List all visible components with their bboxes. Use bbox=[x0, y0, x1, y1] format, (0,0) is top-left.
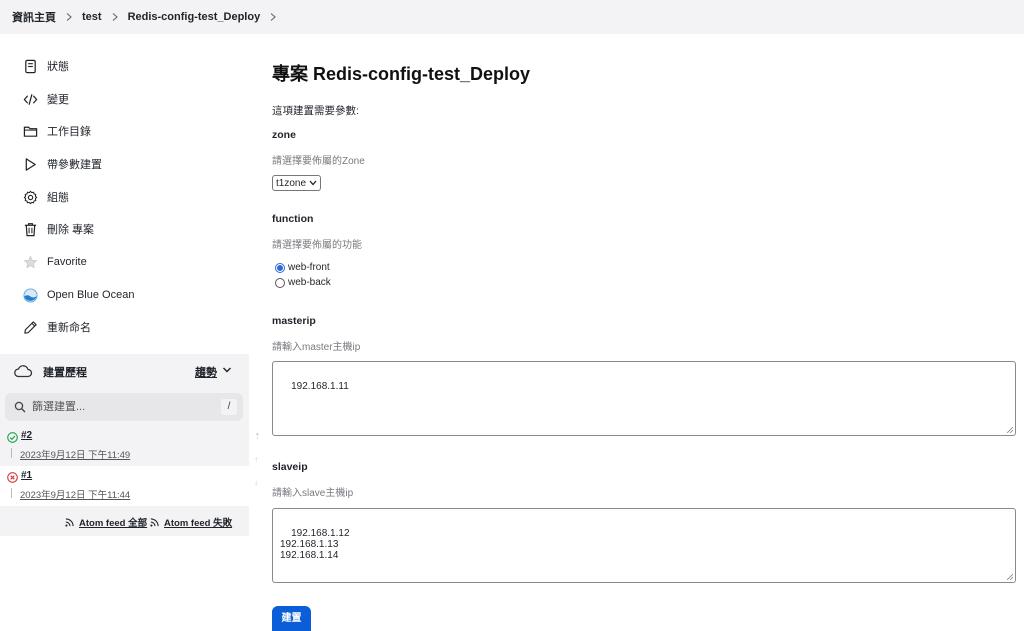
build-history-header: 建置歷程 趨勢 bbox=[0, 354, 249, 388]
resize-grip-icon[interactable] bbox=[1007, 574, 1013, 580]
star-icon bbox=[22, 254, 39, 271]
build-history-body: / #2 2023年9月12日 下午11:49 #1 2023年9月12日 下午… bbox=[0, 388, 249, 536]
atom-feed-failed-link[interactable]: Atom feed 失敗 bbox=[150, 515, 232, 529]
sidebar-item-label: 變更 bbox=[47, 94, 69, 106]
sidebar-item-favorite[interactable]: Favorite bbox=[22, 253, 87, 271]
sidebar-item-delete-project[interactable]: 刪除 專案 bbox=[22, 220, 94, 238]
rss-icon bbox=[150, 517, 159, 527]
param-masterip-description: 請輸入master主機ip bbox=[272, 342, 361, 353]
sidebar: 狀態 變更 工作目錄 帶參數建置 組態 刪除 專案 Favorite Open … bbox=[0, 34, 249, 631]
zone-select-value: t1zone bbox=[276, 177, 307, 189]
rss-icon bbox=[65, 517, 74, 527]
sidebar-item-label: 組態 bbox=[47, 192, 69, 204]
masterip-textarea[interactable]: 192.168.1.11 bbox=[272, 361, 1016, 436]
radio-web-front[interactable]: web-front bbox=[275, 262, 330, 273]
radio-label: web-front bbox=[288, 262, 330, 273]
chevron-right-icon[interactable] bbox=[269, 13, 277, 21]
radio-label: web-back bbox=[288, 277, 331, 288]
breadcrumb-item-folder[interactable]: test bbox=[82, 11, 102, 23]
page-title: 專案 Redis-config-test_Deploy bbox=[272, 64, 531, 84]
build-number-link[interactable]: #1 bbox=[21, 470, 32, 481]
chevron-right-icon bbox=[65, 13, 73, 21]
resize-grip-icon[interactable] bbox=[1007, 427, 1013, 433]
chevron-down-icon[interactable] bbox=[222, 365, 232, 375]
code-icon bbox=[22, 91, 39, 108]
breadcrumb-item-dashboard[interactable]: 資訊主頁 bbox=[12, 9, 56, 25]
gear-icon bbox=[22, 189, 39, 206]
build-history-title: 建置歷程 bbox=[43, 367, 87, 379]
sidebar-item-rename[interactable]: 重新命名 bbox=[22, 318, 91, 336]
timeline-bar bbox=[11, 488, 12, 498]
document-icon bbox=[22, 58, 39, 75]
param-zone-description: 請選擇要佈屬的Zone bbox=[272, 156, 365, 167]
success-icon bbox=[7, 432, 18, 443]
radio-web-back[interactable]: web-back bbox=[275, 277, 331, 288]
filter-shortcut-hint: / bbox=[221, 399, 237, 415]
sidebar-item-open-blue-ocean[interactable]: Open Blue Ocean bbox=[22, 286, 134, 304]
build-number-link[interactable]: #2 bbox=[21, 430, 32, 441]
chevron-down-icon bbox=[309, 180, 317, 186]
build-date-link[interactable]: 2023年9月12日 下午11:49 bbox=[20, 447, 130, 461]
param-slaveip-description: 請輸入slave主機ip bbox=[272, 488, 354, 499]
build-row: #2 2023年9月12日 下午11:49 bbox=[0, 426, 249, 466]
folder-icon bbox=[22, 123, 39, 140]
sidebar-item-label: 工作目錄 bbox=[47, 126, 91, 138]
radio-button-checked[interactable] bbox=[275, 262, 285, 273]
failed-icon bbox=[7, 472, 18, 483]
sidebar-item-label: 狀態 bbox=[47, 61, 69, 73]
atom-feed-failed-label: Atom feed 失敗 bbox=[164, 518, 233, 529]
param-slaveip-name: slaveip bbox=[272, 461, 308, 473]
sidebar-item-label: Favorite bbox=[47, 256, 87, 268]
parameters-intro: 這項建置需要參數: bbox=[272, 105, 359, 117]
cloud-icon bbox=[14, 365, 33, 378]
history-pager: ⇡ ↑ ↓ bbox=[251, 427, 265, 497]
param-function-name: function bbox=[272, 213, 314, 225]
param-masterip-name: masterip bbox=[272, 315, 316, 327]
atom-feed-all-link[interactable]: Atom feed 全部 bbox=[65, 515, 147, 529]
pencil-icon bbox=[22, 319, 39, 336]
timeline-bar bbox=[11, 448, 12, 458]
play-icon bbox=[22, 156, 39, 173]
sidebar-item-configure[interactable]: 組態 bbox=[22, 188, 69, 206]
breadcrumb: 資訊主頁 test Redis-config-test_Deploy bbox=[0, 0, 1024, 34]
arrow-up-icon[interactable]: ⇡ bbox=[254, 433, 262, 441]
build-filter-input[interactable] bbox=[32, 398, 212, 416]
trend-link[interactable]: 趨勢 bbox=[195, 364, 217, 380]
param-function-description: 請選擇要佈屬的功能 bbox=[272, 240, 362, 251]
atom-feeds: Atom feed 全部 Atom feed 失敗 bbox=[0, 506, 249, 536]
sidebar-item-workspace[interactable]: 工作目錄 bbox=[22, 122, 91, 140]
search-icon bbox=[14, 401, 26, 413]
param-zone-name: zone bbox=[272, 129, 296, 141]
build-row: #1 2023年9月12日 下午11:44 bbox=[0, 466, 249, 506]
arrow-down-icon[interactable]: ↓ bbox=[254, 479, 262, 487]
radio-button[interactable] bbox=[275, 277, 285, 288]
slaveip-textarea[interactable]: 192.168.1.12 192.168.1.13 192.168.1.14 bbox=[272, 508, 1016, 583]
build-filter: / bbox=[5, 393, 243, 421]
breadcrumb-item-project[interactable]: Redis-config-test_Deploy bbox=[128, 11, 261, 23]
sidebar-item-label: 重新命名 bbox=[47, 322, 91, 334]
atom-feed-all-label: Atom feed 全部 bbox=[79, 518, 148, 529]
sidebar-item-changes[interactable]: 變更 bbox=[22, 90, 69, 108]
trash-icon bbox=[22, 221, 39, 238]
zone-select[interactable]: t1zone bbox=[272, 175, 321, 191]
masterip-value: 192.168.1.11 bbox=[291, 381, 349, 392]
sidebar-item-build-with-parameters[interactable]: 帶參數建置 bbox=[22, 155, 102, 173]
build-date-link[interactable]: 2023年9月12日 下午11:44 bbox=[20, 487, 130, 501]
slaveip-value: 192.168.1.12 192.168.1.13 192.168.1.14 bbox=[280, 528, 350, 561]
chevron-right-icon bbox=[111, 13, 119, 21]
sidebar-item-label: 帶參數建置 bbox=[47, 159, 102, 171]
arrow-up-icon[interactable]: ↑ bbox=[254, 456, 262, 464]
sidebar-item-status[interactable]: 狀態 bbox=[22, 57, 69, 75]
blue-ocean-icon bbox=[22, 287, 39, 304]
sidebar-item-label: 刪除 專案 bbox=[47, 224, 95, 236]
build-button[interactable]: 建置 bbox=[272, 606, 311, 631]
sidebar-item-label: Open Blue Ocean bbox=[47, 289, 135, 301]
